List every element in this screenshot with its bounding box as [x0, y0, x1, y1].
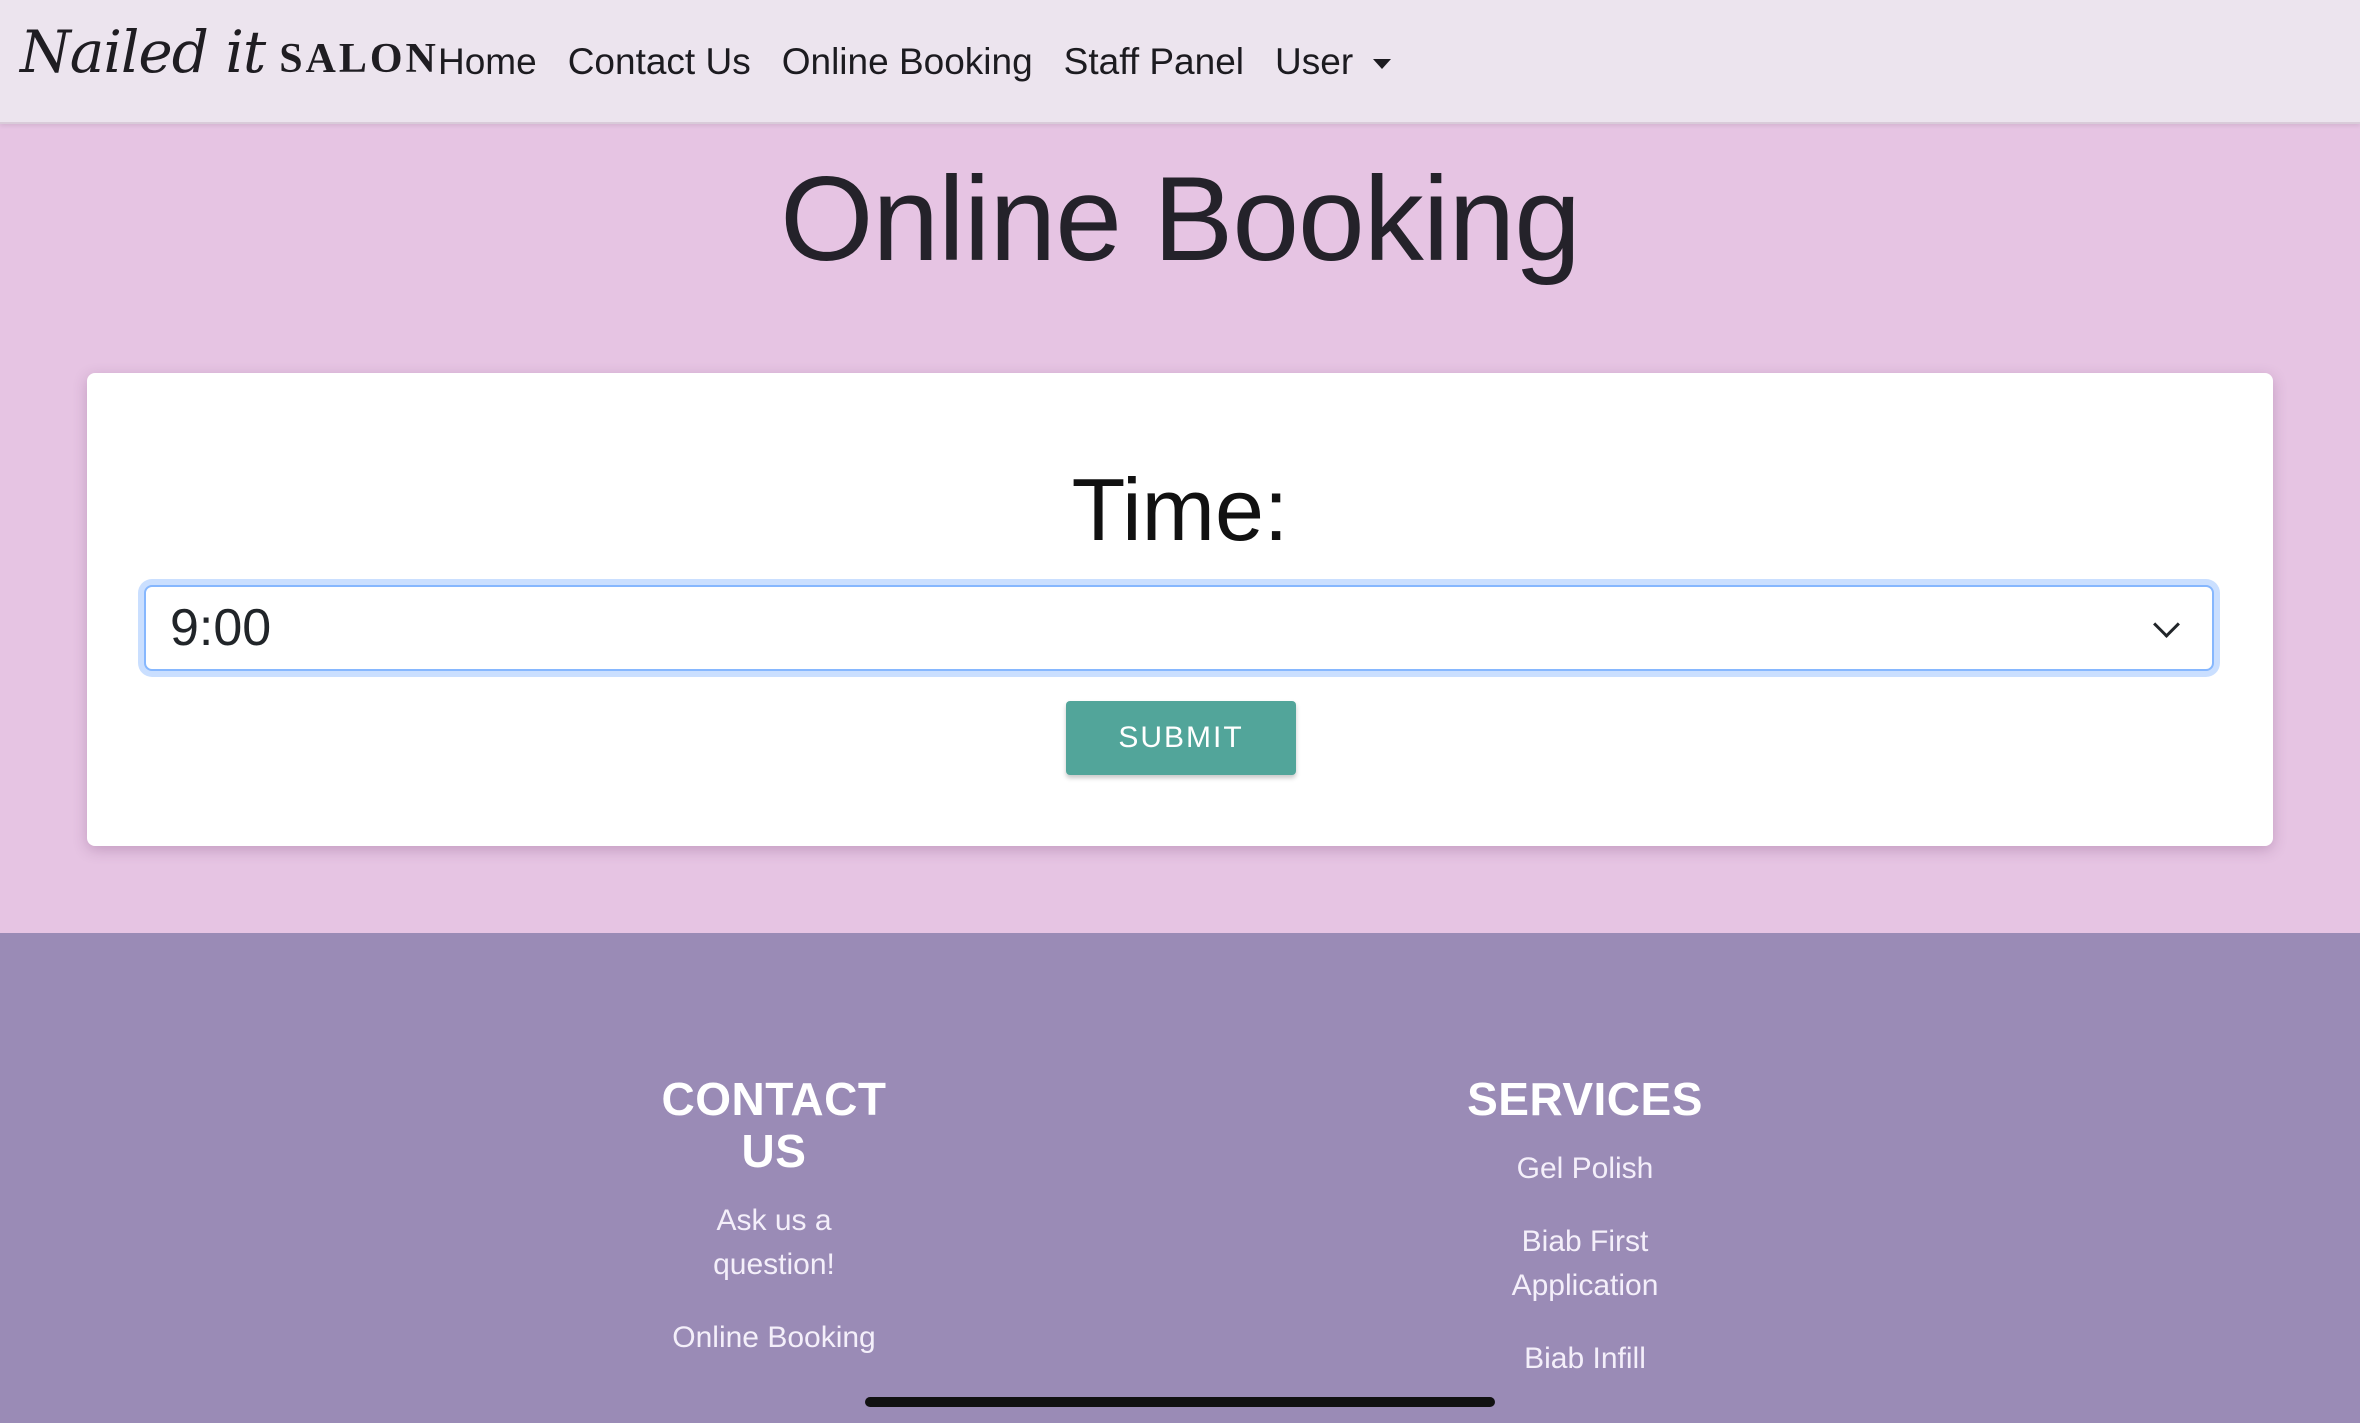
footer: CONTACT US Ask us a question! Online Boo…: [0, 933, 2360, 1423]
time-select[interactable]: 9:00: [144, 585, 2214, 671]
caret-down-icon: [1373, 59, 1392, 69]
nav-item-staff-panel[interactable]: Staff Panel: [1064, 41, 1244, 83]
footer-contact-column: CONTACT US Ask us a question! Online Boo…: [650, 1073, 898, 1389]
brand-script-text: Nailed it: [20, 18, 266, 86]
footer-link-online-booking[interactable]: Online Booking: [650, 1316, 898, 1360]
footer-link-biab-first-application[interactable]: Biab First Application: [1475, 1220, 1695, 1308]
user-dropdown-label: User: [1275, 41, 1354, 82]
user-dropdown-toggle[interactable]: User: [1275, 41, 1392, 83]
footer-services-heading: SERVICES: [1467, 1073, 1703, 1125]
submit-button[interactable]: SUBMIT: [1066, 701, 1296, 775]
nav-item-contact-us[interactable]: Contact Us: [568, 41, 751, 83]
footer-contact-heading: CONTACT US: [661, 1073, 887, 1177]
home-indicator[interactable]: [865, 1397, 1495, 1407]
booking-card: Time: 9:00 SUBMIT: [87, 373, 2273, 846]
nav-links: Home Contact Us Online Booking Staff Pan…: [438, 0, 1422, 124]
footer-services-column: SERVICES Gel Polish Biab First Applicati…: [1430, 1073, 1740, 1410]
navbar: Nailed it SALON Home Contact Us Online B…: [0, 0, 2360, 124]
nav-item-home[interactable]: Home: [438, 41, 537, 83]
brand-name-text: SALON: [279, 36, 439, 82]
footer-link-gel-polish[interactable]: Gel Polish: [1430, 1147, 1740, 1191]
chevron-down-icon: [2153, 611, 2180, 638]
footer-link-biab-infill[interactable]: Biab Infill: [1430, 1337, 1740, 1381]
brand-logo[interactable]: Nailed it SALON: [20, 18, 439, 98]
footer-link-ask-question[interactable]: Ask us a question!: [674, 1199, 874, 1287]
nav-item-online-booking[interactable]: Online Booking: [782, 41, 1033, 83]
time-select-value: 9:00: [170, 599, 272, 657]
time-label: Time:: [1071, 460, 1289, 559]
page-title: Online Booking: [780, 152, 1581, 286]
